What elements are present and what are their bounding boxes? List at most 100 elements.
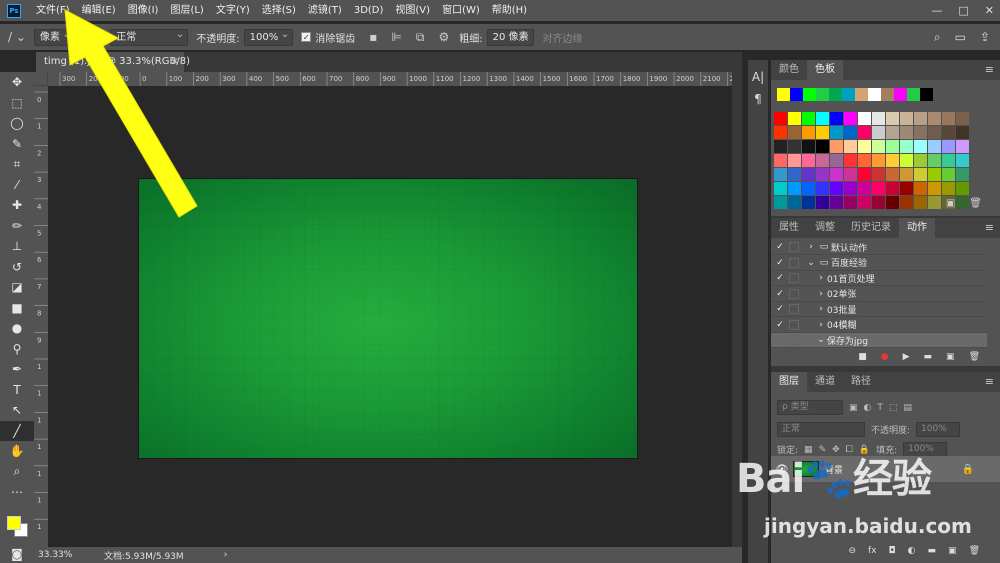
swatch[interactable] xyxy=(816,154,829,167)
fill-input[interactable]: 100% xyxy=(903,442,947,457)
swatch[interactable] xyxy=(802,140,815,153)
swatch[interactable] xyxy=(844,182,857,195)
delete-swatch-icon[interactable]: 🗑 xyxy=(969,198,982,209)
zoom-tool-icon[interactable]: ⌕ xyxy=(0,462,34,483)
swatch[interactable] xyxy=(956,168,969,181)
swatch[interactable] xyxy=(928,140,941,153)
fill-type-dropdown[interactable]: 像素 xyxy=(33,27,75,46)
filter-shape-icon[interactable]: ⬚ xyxy=(889,403,898,413)
new-action-icon[interactable]: ▣ xyxy=(946,352,955,362)
swatch[interactable] xyxy=(858,196,871,209)
add-mask-icon[interactable]: ◘ xyxy=(889,546,896,556)
layer-row[interactable]: 👁 背景 🔒 xyxy=(771,456,1000,482)
share-icon[interactable]: ⇪ xyxy=(980,30,990,44)
hand-tool-icon[interactable]: ✋ xyxy=(0,441,34,462)
tool-preset-picker[interactable]: / ⌄ xyxy=(8,30,26,44)
dialog-toggle-box[interactable] xyxy=(789,335,799,345)
expand-toggle-icon[interactable]: › xyxy=(805,242,817,252)
action-enabled-check[interactable]: ✓ xyxy=(771,273,789,283)
swatch[interactable] xyxy=(844,168,857,181)
dodge-tool-icon[interactable]: ⚲ xyxy=(0,339,34,360)
swatch[interactable] xyxy=(830,154,843,167)
new-group-icon[interactable]: ▬ xyxy=(928,546,937,556)
swatch[interactable] xyxy=(956,126,969,139)
swatch[interactable] xyxy=(788,196,801,209)
fx-icon[interactable]: fx xyxy=(868,546,877,556)
recent-swatch[interactable] xyxy=(790,88,803,101)
swatch[interactable] xyxy=(900,112,913,125)
action-enabled-check[interactable]: ✓ xyxy=(771,304,789,314)
swatch[interactable] xyxy=(942,126,955,139)
type-tool-icon[interactable]: T xyxy=(0,380,34,401)
quick-select-tool-icon[interactable]: ✎ xyxy=(0,134,34,155)
new-swatch-icon[interactable]: ▣ xyxy=(946,198,955,209)
dialog-toggle-box[interactable] xyxy=(789,273,799,283)
swatch[interactable] xyxy=(900,126,913,139)
menu-view[interactable]: 视图(V) xyxy=(389,0,436,21)
action-row[interactable]: ✓ › ▭ 默认动作 xyxy=(771,240,987,255)
recent-swatch[interactable] xyxy=(855,88,868,101)
filter-pixel-icon[interactable]: ▣ xyxy=(849,403,858,413)
swatch[interactable] xyxy=(774,182,787,195)
search-icon[interactable]: ⌕ xyxy=(934,30,941,45)
swatch[interactable] xyxy=(830,126,843,139)
swatch[interactable] xyxy=(858,112,871,125)
tab-channels[interactable]: 通道 xyxy=(807,372,843,392)
expand-toggle-icon[interactable]: › xyxy=(815,320,827,330)
antialias-option[interactable]: ✓ 消除锯齿 xyxy=(301,30,355,45)
expand-toggle-icon[interactable]: ⌄ xyxy=(805,258,817,268)
delete-action-icon[interactable]: 🗑 xyxy=(969,352,980,362)
swatch[interactable] xyxy=(788,154,801,167)
swatch[interactable] xyxy=(956,140,969,153)
swatch[interactable] xyxy=(914,112,927,125)
swatch[interactable] xyxy=(788,126,801,139)
maximize-button[interactable]: □ xyxy=(958,4,968,17)
blend-mode-dropdown[interactable]: 正常 xyxy=(777,422,865,437)
expand-toggle-icon[interactable]: › xyxy=(815,304,827,314)
swatch[interactable] xyxy=(816,196,829,209)
close-button[interactable]: ✕ xyxy=(985,4,994,17)
play-icon[interactable]: ▶ xyxy=(903,352,910,362)
swatch[interactable] xyxy=(900,154,913,167)
gradient-tool-icon[interactable]: ■ xyxy=(0,298,34,319)
filter-smart-icon[interactable]: ▤ xyxy=(903,403,912,413)
menu-select[interactable]: 选择(S) xyxy=(256,0,302,21)
brush-tool-icon[interactable]: ✏ xyxy=(0,216,34,237)
path-select-tool-icon[interactable]: ↖ xyxy=(0,400,34,421)
swatch[interactable] xyxy=(858,168,871,181)
filter-type-icon[interactable]: T xyxy=(877,403,883,413)
swatch[interactable] xyxy=(872,182,885,195)
swatch[interactable] xyxy=(802,168,815,181)
recent-swatch[interactable] xyxy=(894,88,907,101)
menu-window[interactable]: 窗口(W) xyxy=(436,0,486,21)
swatch[interactable] xyxy=(802,196,815,209)
swatch[interactable] xyxy=(956,112,969,125)
swatch[interactable] xyxy=(844,140,857,153)
swatch[interactable] xyxy=(844,154,857,167)
swatch[interactable] xyxy=(844,126,857,139)
tab-actions[interactable]: 动作 xyxy=(899,218,935,238)
tab-paths[interactable]: 路径 xyxy=(843,372,879,392)
swatch[interactable] xyxy=(816,140,829,153)
swatch[interactable] xyxy=(844,196,857,209)
swatch[interactable] xyxy=(816,112,829,125)
swatch[interactable] xyxy=(774,112,787,125)
swatch[interactable] xyxy=(844,112,857,125)
layer-name[interactable]: 背景 xyxy=(825,463,843,476)
quick-mask-icon[interactable]: ◙ xyxy=(0,544,34,563)
zoom-level[interactable]: 33.33% xyxy=(38,550,98,560)
action-row[interactable]: ✓ › 03批量 xyxy=(771,302,987,317)
history-brush-tool-icon[interactable]: ↺ xyxy=(0,257,34,278)
swatch[interactable] xyxy=(872,154,885,167)
swatch[interactable] xyxy=(816,126,829,139)
menu-layer[interactable]: 图层(L) xyxy=(164,0,209,21)
lock-pixels-icon[interactable]: ▦ xyxy=(804,445,813,455)
dialog-toggle-box[interactable] xyxy=(789,257,799,268)
swatch[interactable] xyxy=(900,182,913,195)
recent-swatch[interactable] xyxy=(868,88,881,101)
swatch[interactable] xyxy=(942,140,955,153)
lock-position-icon[interactable]: ✥ xyxy=(832,445,840,455)
swatch[interactable] xyxy=(802,182,815,195)
lasso-tool-icon[interactable]: ◯ xyxy=(0,113,34,134)
expand-toggle-icon[interactable]: ⌄ xyxy=(815,335,827,345)
